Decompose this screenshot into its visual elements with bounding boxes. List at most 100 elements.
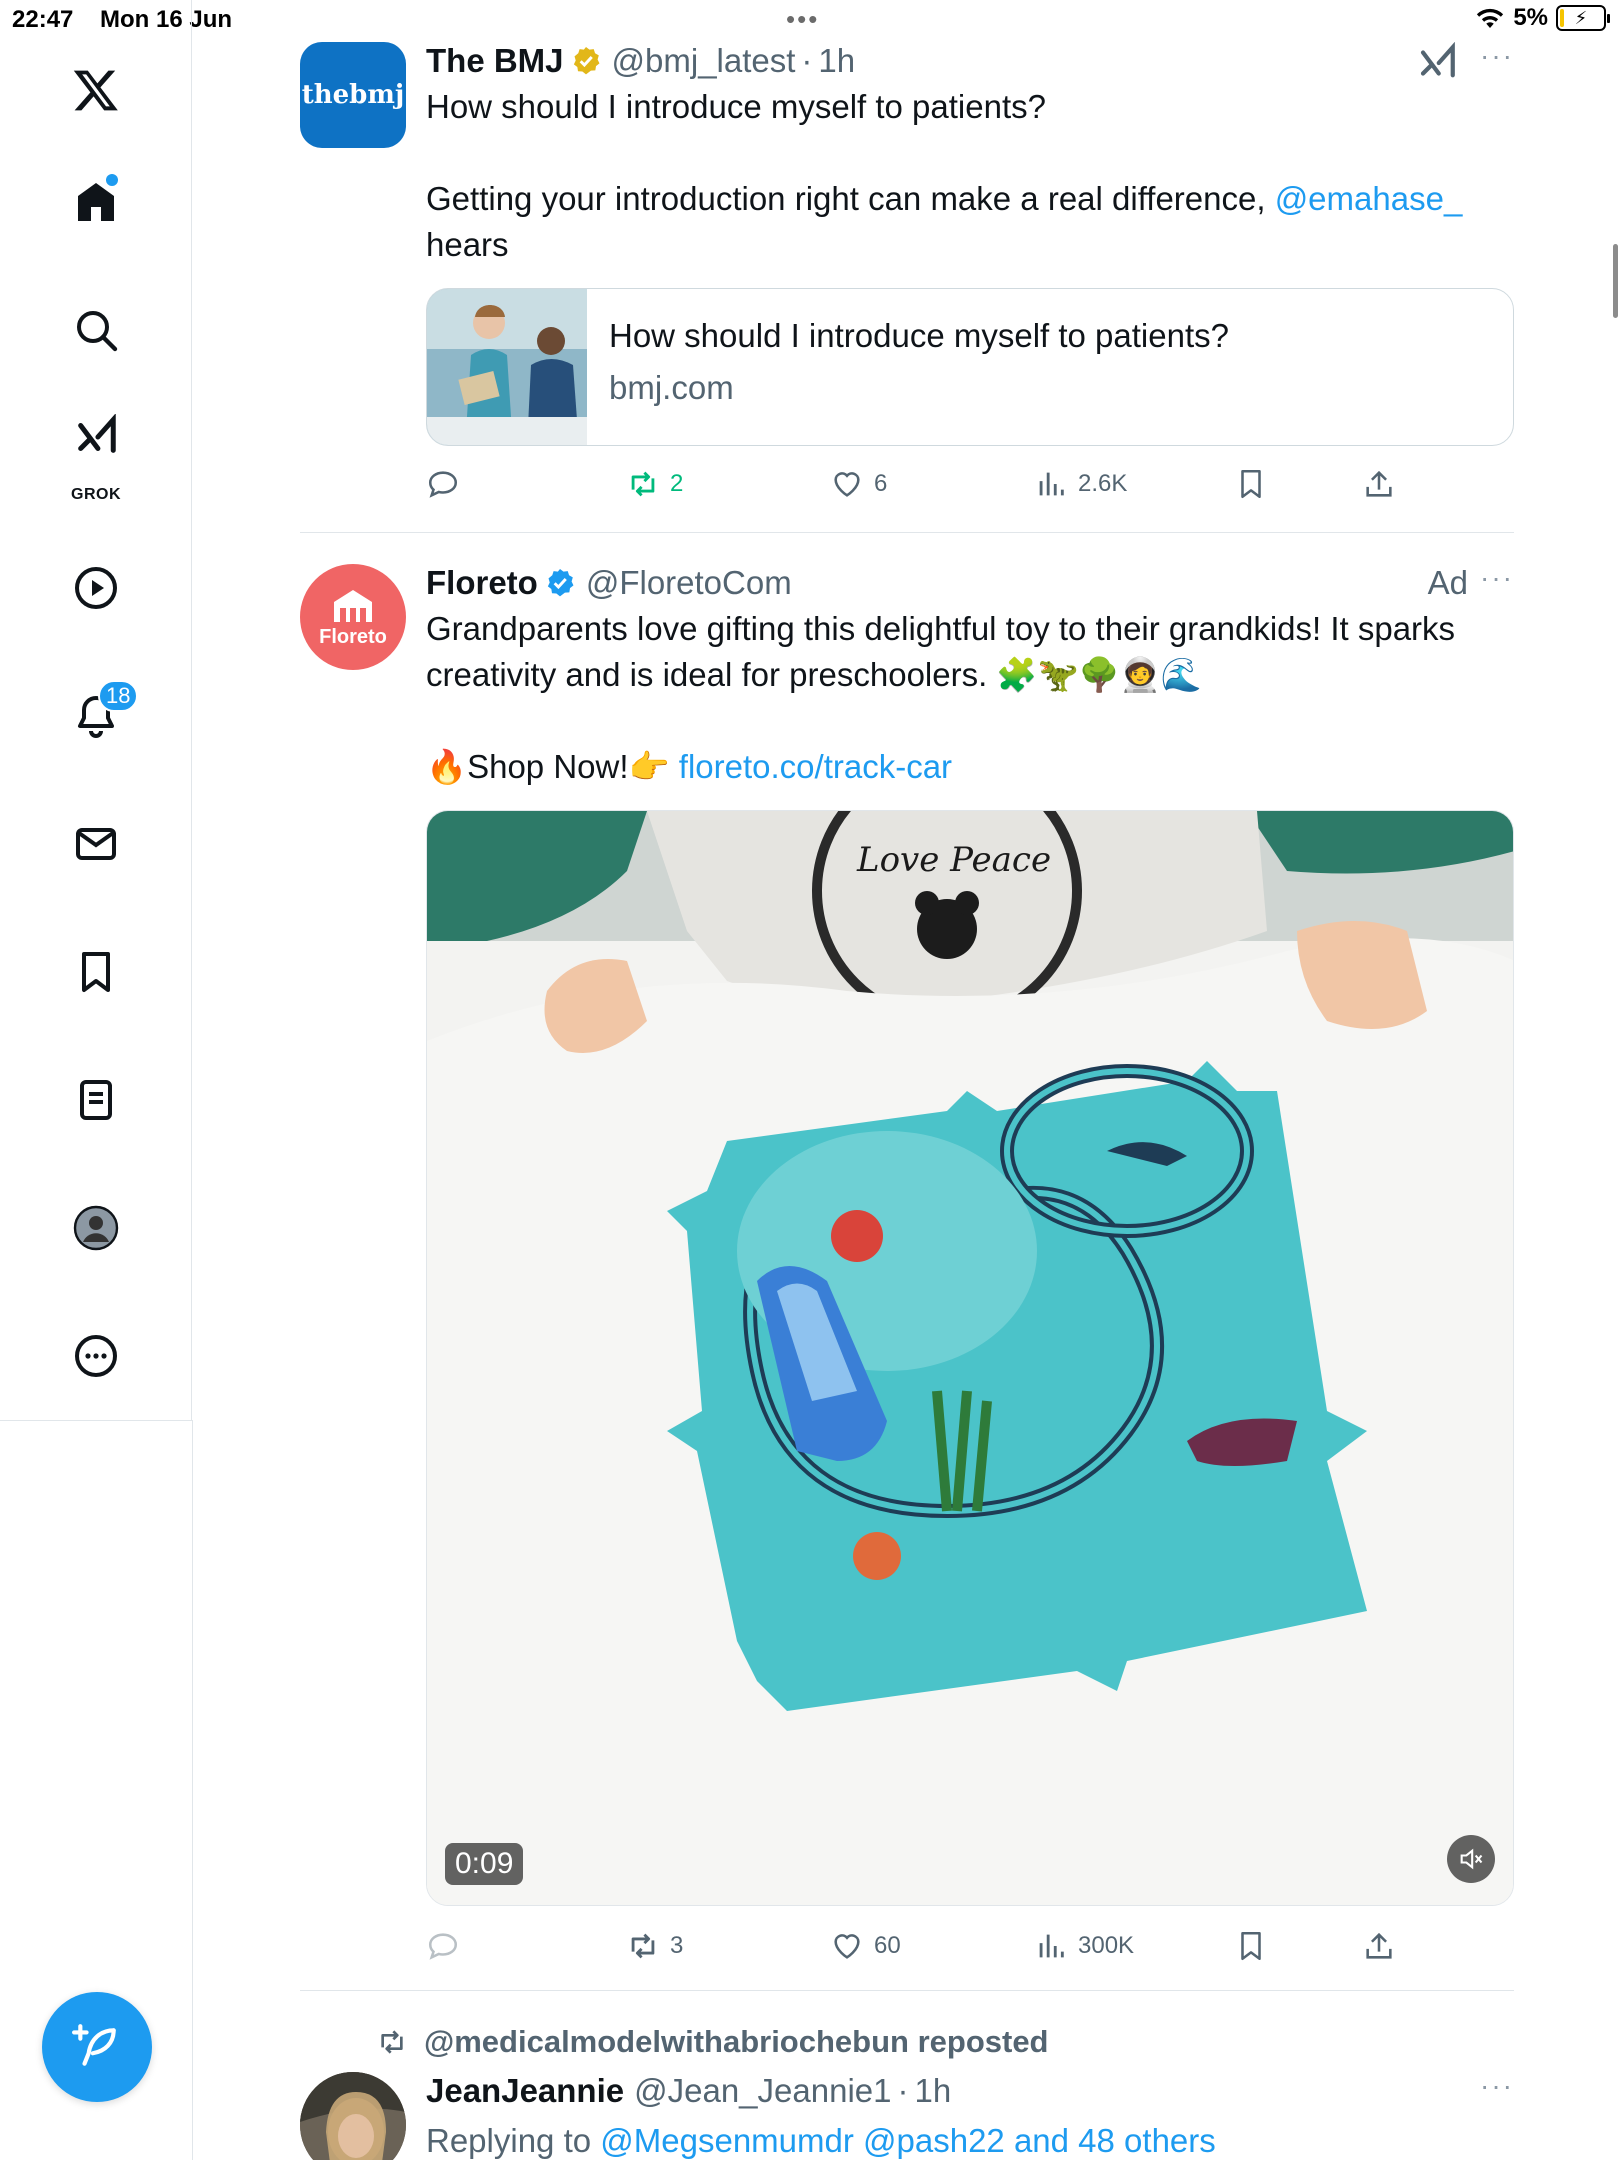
video-frame: Love Peace [427, 811, 1513, 1905]
more-options-icon[interactable]: ··· [1480, 562, 1514, 594]
grok-explain-icon[interactable] [1416, 42, 1458, 84]
share-icon [1366, 470, 1392, 497]
heart-icon [834, 472, 860, 497]
like-button[interactable]: 6 [830, 467, 887, 501]
share-button[interactable] [1362, 1929, 1396, 1963]
more-options-icon[interactable]: ··· [1480, 2070, 1514, 2102]
floreto-avatar[interactable]: Floreto [300, 564, 406, 670]
mention-link[interactable]: @emahase_ [1275, 180, 1463, 217]
nav-messages[interactable] [56, 804, 136, 884]
nav-lists[interactable] [56, 1060, 136, 1140]
link-card[interactable]: How should I introduce myself to patient… [426, 288, 1514, 446]
search-icon [77, 311, 118, 352]
compose-post-button[interactable] [42, 1992, 152, 2102]
views-button[interactable]: 300K [1034, 1929, 1134, 1963]
reply-to-links[interactable]: @Megsenmumdr @pash22 and 48 others [600, 2122, 1216, 2159]
views-icon [1039, 1934, 1064, 1958]
author-handle[interactable]: @Jean_Jeannie1 [634, 2072, 891, 2110]
floreto-avatar-text: Floreto [319, 625, 387, 648]
tweet-jeanjeannie[interactable]: JeanJeannie @Jean_Jeannie1 · 1h ··· Repl… [300, 2070, 1514, 2160]
repost-icon [631, 471, 655, 497]
tweet-actions: 2 6 2.6K [426, 464, 1514, 504]
card-domain: bmj.com [609, 369, 734, 406]
tweet-bmj[interactable]: thebmj The BMJ @bmj_latest · 1h ··· How … [300, 40, 1514, 510]
gold-verified-icon [573, 47, 599, 75]
card-title: How should I introduce myself to patient… [609, 317, 1229, 354]
tweet-header: Floreto @FloretoCom [426, 562, 1514, 604]
ad-shop-line: 🔥Shop Now!👉 floreto.co/track-car [426, 748, 953, 785]
author-name[interactable]: Floreto [426, 564, 538, 602]
author-handle[interactable]: @FloretoCom [586, 564, 792, 602]
grok-label: GROK [71, 486, 121, 503]
bookmark-icon [1241, 1931, 1261, 1961]
more-circle-icon [75, 1335, 117, 1377]
jeanjeannie-avatar[interactable] [300, 2072, 406, 2160]
repost-button[interactable]: 3 [626, 1929, 683, 1963]
repost-icon [631, 1933, 655, 1959]
video-duration: 0:09 [445, 1843, 524, 1885]
battery-percent: 5% [1513, 4, 1548, 31]
multitasking-dots-icon[interactable]: ••• [786, 4, 819, 35]
reply-button[interactable] [426, 467, 460, 501]
views-button[interactable]: 2.6K [1034, 467, 1127, 501]
envelope-icon [76, 828, 116, 860]
blue-verified-icon [547, 569, 574, 597]
repost-context[interactable]: @medicalmodelwithabriochebun reposted [376, 2024, 1049, 2060]
muted-speaker-icon [1460, 1848, 1483, 1870]
author-handle[interactable]: @bmj_latest [612, 42, 796, 80]
repost-count: 2 [670, 470, 684, 497]
status-indicators: 5% ⚡ [1475, 4, 1610, 32]
tweet-actions: 3 60 300K [426, 1926, 1514, 1966]
repost-button[interactable]: 2 [626, 467, 683, 501]
views-count: 300K [1078, 1932, 1135, 1959]
share-button[interactable] [1362, 467, 1396, 501]
bookmark-icon [82, 952, 110, 992]
repost-count: 3 [670, 1932, 684, 1959]
tweet-time[interactable]: 1h [818, 42, 855, 80]
ad-video[interactable]: Love Peace 0:09 [426, 810, 1514, 1906]
nav-profile[interactable] [56, 1188, 136, 1268]
nav-bookmarks[interactable] [56, 932, 136, 1012]
tweet-divider [300, 1990, 1514, 1991]
svg-text:Love Peace: Love Peace [856, 840, 1051, 880]
house-logo-icon [334, 589, 372, 622]
list-icon [80, 1080, 112, 1120]
tweet-divider [300, 532, 1514, 533]
tweet-time[interactable]: 1h [915, 2072, 952, 2110]
author-name[interactable]: The BMJ [426, 42, 564, 80]
tweet-text-line1: How should I introduce myself to patient… [426, 88, 1046, 125]
scrollbar-thumb[interactable] [1613, 244, 1618, 318]
views-icon [1039, 472, 1064, 496]
bookmark-icon [1241, 469, 1261, 499]
reply-button[interactable] [426, 1929, 460, 1963]
nav-explore[interactable] [56, 290, 136, 370]
like-count: 6 [874, 470, 888, 497]
nav-home[interactable] [56, 162, 136, 242]
bookmark-button[interactable] [1234, 1929, 1268, 1963]
nav-more[interactable] [56, 1316, 136, 1396]
bookmark-button[interactable] [1234, 467, 1268, 501]
tweet-floreto-ad[interactable]: Floreto Floreto @FloretoCom Ad ··· Grand… [300, 562, 1514, 1962]
wifi-icon [1477, 8, 1504, 28]
bmj-avatar[interactable]: thebmj [300, 42, 406, 148]
reply-icon [428, 1933, 458, 1960]
ad-label: Ad [1427, 564, 1468, 601]
like-button[interactable]: 60 [830, 1929, 901, 1963]
nav-grok[interactable]: GROK [56, 414, 136, 506]
like-count: 60 [874, 1932, 901, 1959]
sidebar-border [192, 1420, 193, 2160]
notifications-badge: 18 [98, 680, 139, 712]
feather-plus-icon [72, 2024, 116, 2066]
shop-link[interactable]: floreto.co/track-car [679, 748, 952, 785]
nav-video[interactable] [56, 548, 136, 628]
mute-button[interactable] [1447, 1835, 1495, 1883]
more-options-icon[interactable]: ··· [1480, 40, 1514, 72]
x-logo-icon[interactable] [56, 50, 136, 130]
author-name[interactable]: JeanJeannie [426, 2072, 624, 2110]
card-thumbnail [427, 289, 587, 445]
grok-icon [78, 414, 116, 453]
profile-avatar-icon [73, 1205, 119, 1251]
repost-icon [381, 2030, 403, 2054]
views-count: 2.6K [1078, 470, 1128, 497]
nav-notifications[interactable]: 18 [56, 676, 139, 756]
